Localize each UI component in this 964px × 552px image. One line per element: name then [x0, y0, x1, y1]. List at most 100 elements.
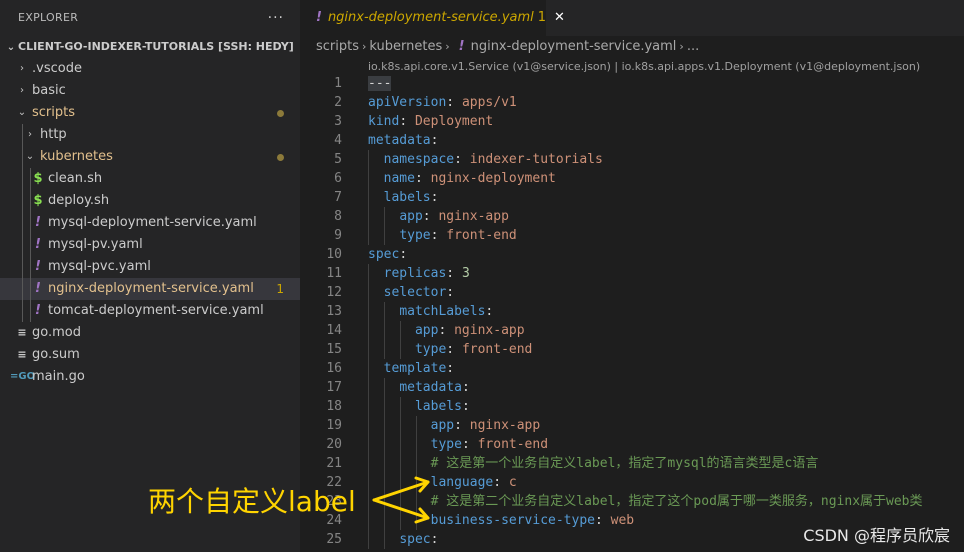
chevron-right-icon: › — [679, 40, 684, 53]
tab-nginx-deployment-service[interactable]: ! nginx-deployment-service.yaml 1 ✕ — [300, 0, 565, 36]
code-line: 16 template: — [300, 359, 964, 378]
tree-item-nginx-deployment-service[interactable]: ! nginx-deployment-service.yaml 1 — [0, 278, 300, 300]
explorer-sidebar: EXPLORER ··· ⌄ CLIENT-GO-INDEXER-TUTORIAL… — [0, 0, 300, 552]
code-line: 14 app: nginx-app — [300, 321, 964, 340]
go-file-icon: =GO — [10, 371, 36, 382]
tree-item-vscode[interactable]: › .vscode — [0, 58, 300, 80]
breadcrumb: scripts › kubernetes ›! nginx-deployment-ser… — [300, 36, 964, 58]
indent-guide — [30, 212, 31, 234]
line-text: type: front-end — [399, 228, 517, 243]
tree-item-label: go.sum — [32, 347, 80, 362]
tree-item-scripts[interactable]: ⌄ scripts — [0, 102, 300, 124]
tree-item-http[interactable]: › http — [0, 124, 300, 146]
tree-item-deploy-sh[interactable]: $ deploy.sh — [0, 190, 300, 212]
code-line: 13 matchLabels: — [300, 302, 964, 321]
code-line: 10 spec: — [300, 245, 964, 264]
code-line: 9 type: front-end — [300, 226, 964, 245]
shell-file-icon: $ — [33, 171, 43, 186]
yaml-file-icon: ! — [35, 303, 41, 318]
line-text: type: front-end — [430, 437, 549, 452]
line-text: replicas: 3 — [383, 266, 470, 281]
tree-item-tomcat-deployment-service[interactable]: ! tomcat-deployment-service.yaml — [0, 300, 300, 322]
tree-item-go-mod[interactable]: ≡ go.mod — [0, 322, 300, 344]
code-line: 12 selector: — [300, 283, 964, 302]
code-line: 19 app: nginx-app — [300, 416, 964, 435]
tree-item-mysql-pvc[interactable]: ! mysql-pvc.yaml — [0, 256, 300, 278]
tree-item-label: deploy.sh — [48, 193, 110, 208]
tree-item-mysql-pv[interactable]: ! mysql-pv.yaml — [0, 234, 300, 256]
problem-count-badge: 1 — [276, 282, 284, 296]
tree-item-label: mysql-deployment-service.yaml — [48, 215, 257, 230]
close-icon[interactable]: ✕ — [554, 10, 565, 25]
indent-guide — [22, 168, 23, 190]
indent-guide — [30, 190, 31, 212]
breadcrumb-scripts[interactable]: scripts — [316, 39, 359, 54]
code-line: 4 metadata: — [300, 131, 964, 150]
code-line: 1 --- — [300, 74, 964, 93]
code-line: 11 replicas: 3 — [300, 264, 964, 283]
workspace-name: CLIENT-GO-INDEXER-TUTORIALS [SSH: HEDY] — [18, 40, 294, 53]
line-number: 6 — [334, 171, 342, 186]
tree-item-kubernetes[interactable]: ⌄ kubernetes — [0, 146, 300, 168]
code-line: 7 labels: — [300, 188, 964, 207]
file-lines-icon: ≡ — [17, 348, 27, 361]
annotation-label: 两个自定义label — [148, 485, 356, 518]
tree-item-basic[interactable]: › basic — [0, 80, 300, 102]
line-text: spec: — [399, 532, 439, 547]
yaml-file-icon: ! — [35, 215, 41, 230]
explorer-title-label: EXPLORER — [18, 11, 79, 24]
line-text: metadata: — [368, 133, 439, 148]
tree-item-label: nginx-deployment-service.yaml — [48, 281, 254, 296]
line-text: labels: — [383, 190, 439, 205]
line-text: spec: — [368, 247, 408, 262]
chevron-right-icon: › — [362, 40, 367, 53]
line-number: 25 — [326, 532, 342, 547]
breadcrumb-symbols[interactable]: ... — [687, 39, 699, 54]
line-number: 21 — [326, 456, 342, 471]
line-number: 1 — [334, 76, 342, 91]
tree-item-label: mysql-pv.yaml — [48, 237, 143, 252]
line-number: 9 — [334, 228, 342, 243]
indent-guide — [30, 234, 31, 256]
explorer-title: EXPLORER ··· — [0, 0, 300, 36]
yaml-file-icon: ! — [35, 237, 41, 252]
code-line: 6 name: nginx-deployment — [300, 169, 964, 188]
chevron-down-icon: ⌄ — [17, 107, 27, 118]
more-actions-icon[interactable]: ··· — [268, 0, 284, 36]
line-number: 13 — [326, 304, 342, 319]
indent-guide — [30, 168, 31, 190]
breadcrumb-kubernetes[interactable]: kubernetes — [369, 39, 442, 54]
line-text: type: front-end — [414, 342, 533, 357]
tab-problem-badge: 1 — [537, 10, 547, 25]
tree-item-mysql-deployment-service[interactable]: ! mysql-deployment-service.yaml — [0, 212, 300, 234]
tree-item-label: mysql-pvc.yaml — [48, 259, 151, 274]
chevron-down-icon: ⌄ — [6, 42, 16, 53]
tree-item-label: scripts — [32, 105, 75, 120]
indent-guide — [30, 256, 31, 278]
code-line: 3 kind: Deployment — [300, 112, 964, 131]
yaml-file-icon: ! — [35, 259, 41, 274]
breadcrumb-file[interactable]: nginx-deployment-service.yaml — [471, 39, 677, 54]
line-text: app: nginx-app — [430, 418, 541, 433]
line-text: # 这是第二个业务自定义label，指定了这个pod属于哪一类服务，nginx属… — [430, 494, 923, 509]
line-number: 12 — [326, 285, 342, 300]
chevron-right-icon: › — [445, 40, 450, 53]
code-line: 15 type: front-end — [300, 340, 964, 359]
workspace-section-header[interactable]: ⌄ CLIENT-GO-INDEXER-TUTORIALS [SSH: HEDY] — [0, 36, 300, 58]
line-number: 4 — [334, 133, 342, 148]
tab-bar: ! nginx-deployment-service.yaml 1 ✕ — [300, 0, 964, 36]
indent-guide — [22, 124, 23, 146]
tree-item-main-go[interactable]: =GO main.go — [0, 366, 300, 388]
tree-item-clean-sh[interactable]: $ clean.sh — [0, 168, 300, 190]
line-text: template: — [383, 361, 455, 376]
indent-guide — [22, 256, 23, 278]
line-text: --- — [368, 76, 392, 91]
chevron-right-icon: › — [28, 129, 32, 140]
indent-guide — [22, 190, 23, 212]
indent-guide — [30, 300, 31, 322]
tree-item-go-sum[interactable]: ≡ go.sum — [0, 344, 300, 366]
tree-item-label: http — [40, 127, 67, 142]
line-text: labels: — [414, 399, 470, 414]
line-number: 3 — [334, 114, 342, 129]
line-number: 8 — [334, 209, 342, 224]
